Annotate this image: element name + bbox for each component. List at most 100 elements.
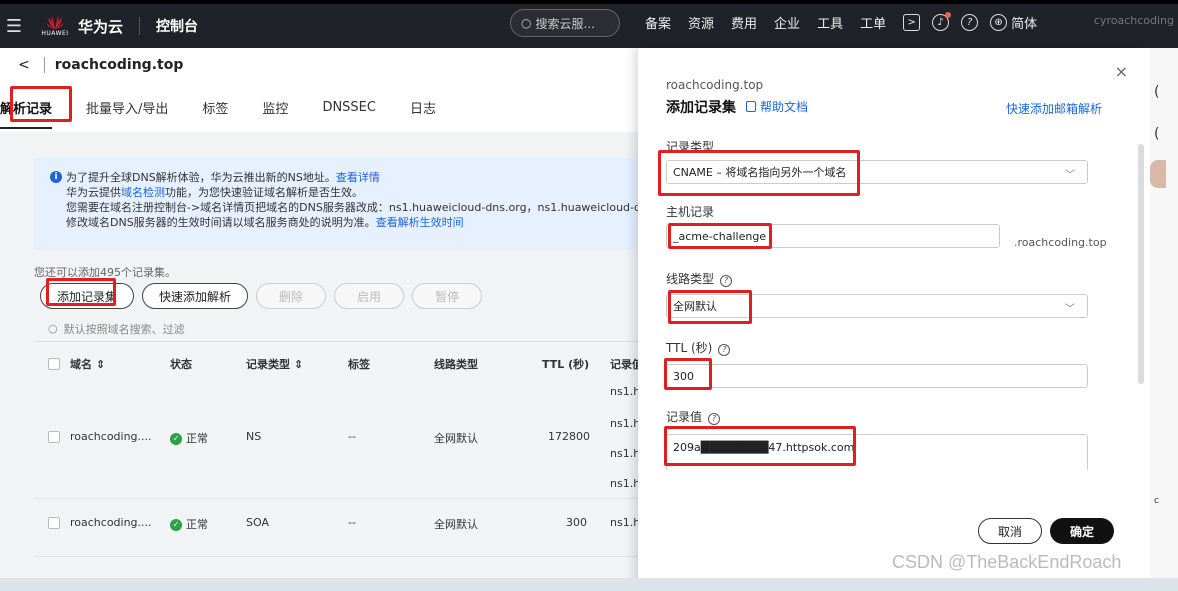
notice-text: 为了提升全球DNS解析体验，华为云推出新的NS地址。 (66, 171, 336, 184)
side-bracket-icon: ( (1154, 126, 1160, 142)
help-icon[interactable]: ? (961, 13, 979, 31)
avatar[interactable] (1150, 160, 1166, 188)
drawer-scrollbar[interactable] (1138, 144, 1144, 384)
question-icon[interactable]: ? (708, 413, 721, 425)
record-type-select[interactable]: CNAME – 将域名指向另外一个域名 ﹀ (666, 160, 1088, 184)
question-icon[interactable]: ? (718, 344, 731, 356)
cell-line: 全网默认 (434, 432, 478, 445)
domain-check-link[interactable]: 域名检测 (121, 186, 165, 199)
global-search-input[interactable]: ○ 搜索云服... (510, 9, 620, 37)
nav-item-tickets[interactable]: 工单 (860, 13, 886, 32)
host-label: 主机记录 (666, 205, 715, 219)
status-text: 正常 (186, 432, 208, 445)
filter-search-input[interactable]: ○ 默认按照域名搜索、过滤 (34, 316, 638, 342)
delete-button[interactable]: 删除 (256, 283, 327, 309)
add-record-button[interactable]: 添加记录集 (40, 283, 135, 309)
nav-item-tools[interactable]: 工具 (817, 13, 843, 32)
tab-dnssec[interactable]: DNSSEC (322, 100, 376, 115)
watermark: CSDN @TheBackEndRoach (892, 552, 1122, 572)
quick-mail-link[interactable]: 快速添加邮箱解析 (1006, 100, 1102, 117)
cell-domain[interactable]: roachcoding.... (70, 430, 152, 443)
menu-icon[interactable]: ☰ (0, 4, 28, 48)
record-value-value: 209a████████47.httpsok.com (673, 441, 855, 454)
cell-ttl: 172800 (548, 430, 590, 443)
globe-icon[interactable]: ⊕ (990, 13, 1008, 31)
chevron-down-icon: ﹀ (1065, 304, 1075, 315)
taskbar (0, 578, 1178, 591)
bell-icon[interactable]: ♪ (932, 11, 952, 31)
record-value-textarea[interactable]: 209a████████47.httpsok.com (666, 434, 1088, 470)
search-placeholder: 搜索云服... (535, 16, 595, 31)
confirm-button[interactable]: 确定 (1050, 518, 1114, 544)
info-notice: i 为了提升全球DNS解析体验，华为云推出新的NS地址。查看详情 华为云提供域名… (34, 158, 638, 250)
tab-logs[interactable]: 日志 (410, 98, 436, 117)
nav-item-resources[interactable]: 资源 (688, 13, 714, 32)
check-circle-icon: ✓ (170, 519, 182, 531)
host-value: _acme-challenge (673, 229, 767, 243)
document-icon (746, 101, 756, 112)
logo-wordmark: HUAWEI (41, 29, 69, 37)
close-icon[interactable]: × (1115, 62, 1128, 81)
tab-monitor[interactable]: 监控 (262, 98, 288, 117)
brand-name[interactable]: 华为云 (78, 16, 123, 37)
record-value-label: 记录值? (666, 408, 721, 425)
line-type-select[interactable]: 全网默认 ﹀ (666, 294, 1088, 318)
column-header-type[interactable]: 记录类型 ⇕ (246, 356, 303, 372)
cell-status: ✓ 正常 (170, 516, 208, 532)
filter-placeholder: 默认按照域名搜索、过滤 (63, 322, 185, 336)
nav-item-filing[interactable]: 备案 (645, 13, 671, 32)
enable-button[interactable]: 启用 (334, 283, 405, 309)
breadcrumb: < roachcoding.top (0, 48, 638, 82)
column-header-domain[interactable]: 域名 ⇕ (70, 356, 105, 372)
nav-item-enterprise[interactable]: 企业 (774, 13, 800, 32)
host-record-input[interactable]: _acme-challenge (666, 224, 1000, 248)
user-account[interactable]: cyroachcoding (1094, 14, 1174, 27)
row-divider (34, 556, 638, 557)
notice-details-link[interactable]: 查看详情 (336, 171, 380, 184)
record-type-label: 记录类型 (666, 140, 715, 154)
tab-tags[interactable]: 标签 (202, 98, 228, 117)
console-link[interactable]: 控制台 (156, 16, 198, 36)
ttl-label: TTL (秒)? (666, 339, 731, 356)
cell-value: ns1.h (610, 516, 638, 529)
tab-import-export[interactable]: 批量导入/导出 (86, 98, 168, 117)
help-doc-label: 帮助文档 (760, 100, 809, 114)
quick-add-button[interactable]: 快速添加解析 (142, 283, 249, 309)
info-icon: i (50, 171, 62, 183)
dns-records-page: < roachcoding.top 解析记录 批量导入/导出 标签 监控 DNS… (0, 48, 638, 591)
cell-value: ns1.h (610, 417, 638, 430)
language-switch[interactable]: 简体 (1011, 13, 1037, 32)
side-mark: c (1154, 496, 1159, 506)
cell-domain[interactable]: roachcoding.... (70, 516, 152, 529)
question-icon[interactable]: ? (720, 275, 733, 287)
cancel-button[interactable]: 取消 (978, 518, 1042, 544)
select-all-checkbox[interactable] (48, 358, 60, 370)
ttl-input[interactable]: 300 (666, 364, 1088, 388)
add-record-drawer: × roachcoding.top 添加记录集 帮助文档 快速添加邮箱解析 记录… (638, 48, 1150, 591)
huawei-logo[interactable]: HUAWEI (41, 15, 69, 37)
divider (139, 17, 141, 35)
tab-records[interactable]: 解析记录 (0, 98, 53, 129)
help-doc-link[interactable]: 帮助文档 (746, 98, 808, 115)
record-type-value: CNAME – 将域名指向另外一个域名 (673, 166, 847, 179)
chevron-down-icon: ﹀ (1065, 170, 1075, 181)
back-icon[interactable]: < (18, 57, 30, 73)
row-checkbox[interactable] (48, 431, 60, 443)
quota-text: 您还可以添加495个记录集。 (34, 266, 176, 279)
terminal-icon[interactable]: > (903, 13, 921, 31)
effective-time-link[interactable]: 查看解析生效时间 (376, 216, 464, 229)
drawer-title: 添加记录集 (666, 100, 736, 116)
column-header-status: 状态 (170, 358, 192, 371)
pause-button[interactable]: 暂停 (412, 283, 483, 309)
status-text: 正常 (186, 518, 208, 531)
divider (43, 57, 45, 73)
column-header-value: 记录值 (610, 358, 638, 371)
line-type-label: 线路类型? (666, 270, 733, 287)
nav-item-billing[interactable]: 费用 (731, 13, 757, 32)
row-checkbox[interactable] (48, 517, 60, 529)
cell-status: ✓ 正常 (170, 430, 208, 446)
right-side-strip: ( ( c (1150, 48, 1178, 591)
cell-value: ns1.h (610, 385, 638, 398)
cell-value: ns1.h (610, 477, 638, 490)
line-type-label-text: 线路类型 (666, 272, 715, 286)
